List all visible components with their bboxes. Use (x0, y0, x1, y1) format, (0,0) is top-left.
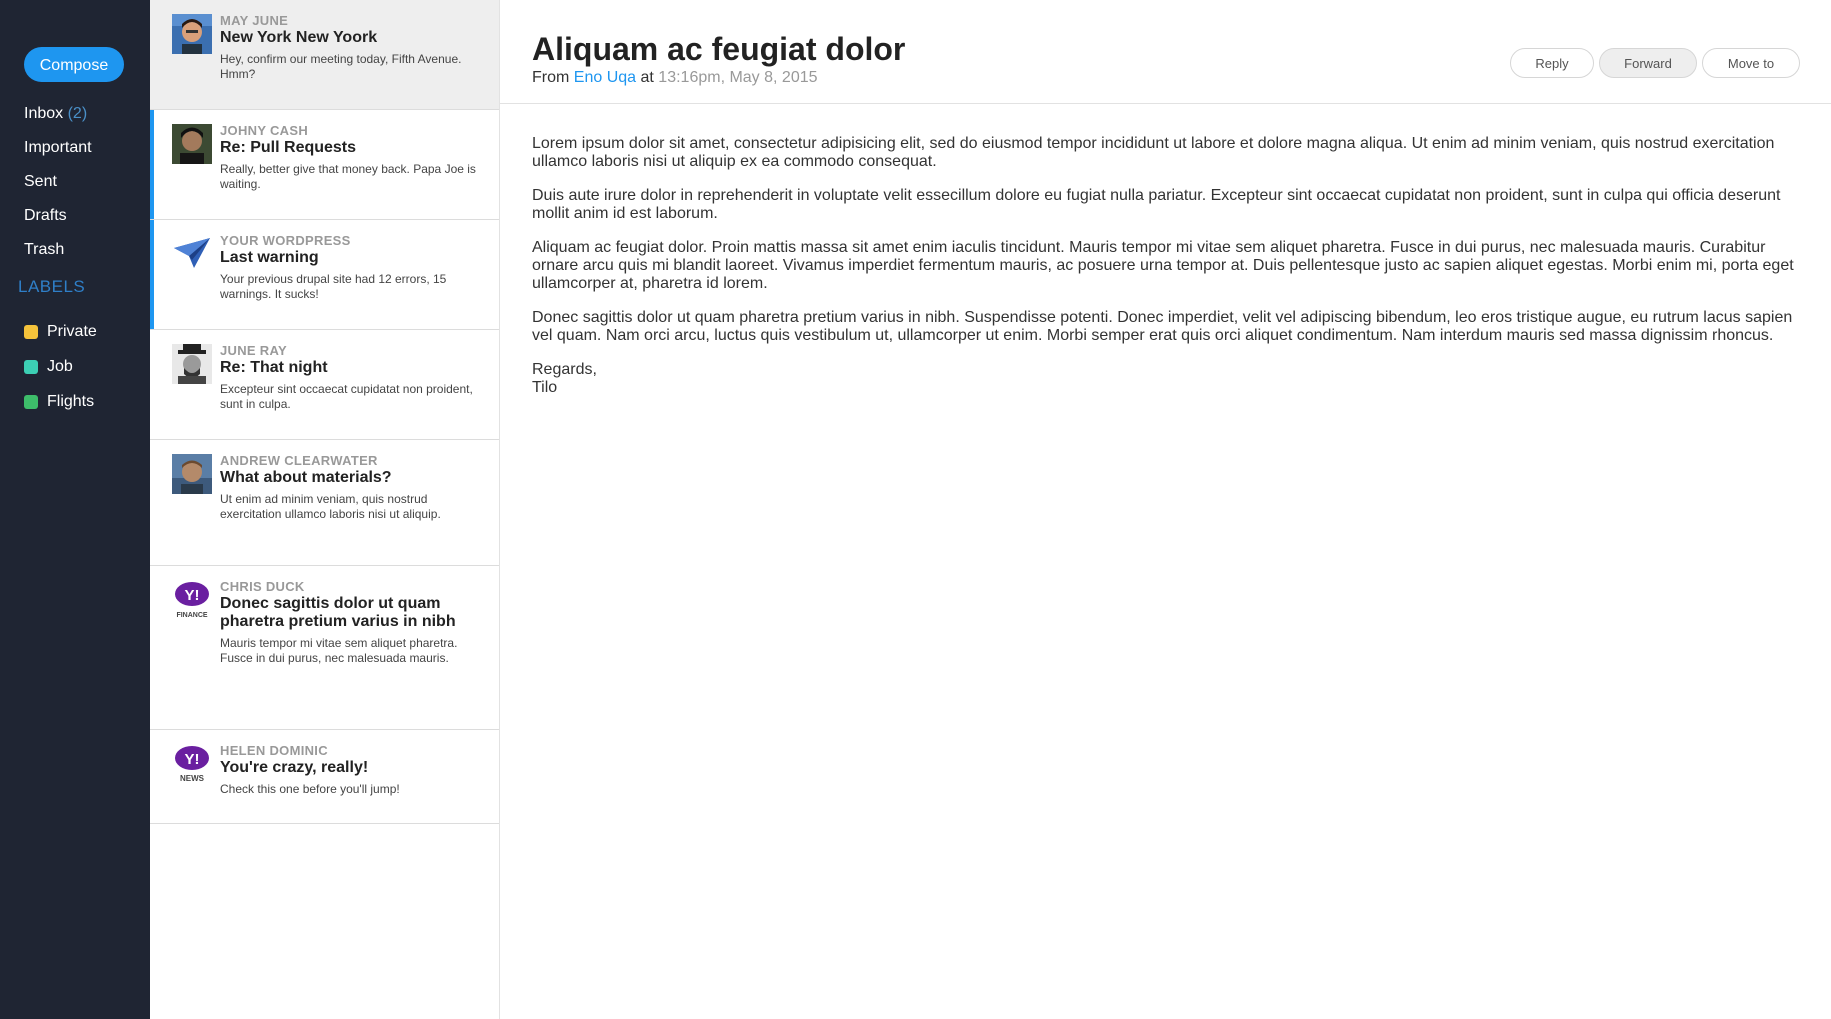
message-sender: MAY JUNE (220, 13, 289, 28)
labels-heading: LABELS (18, 277, 86, 296)
body-paragraph: Donec sagittis dolor ut quam pharetra pr… (532, 309, 1793, 344)
message-subject: New York New Yoork (220, 29, 378, 46)
at-label: at (640, 69, 654, 86)
message-subject: You're crazy, really! (220, 759, 369, 776)
message-preview: Your previous drupal site had 12 errors,… (220, 272, 447, 301)
mail-app: Compose Inbox (2) Important Sent Drafts … (0, 0, 1831, 1019)
message-subject: What about materials? (220, 469, 392, 486)
nav-item-inbox[interactable]: Inbox (2) (24, 104, 92, 138)
label-color-swatch (24, 324, 38, 339)
message-preview: Ut enim ad minim veniam, quis nostrud ex… (220, 492, 441, 521)
label-name: Private (47, 322, 97, 340)
sender-link[interactable]: Eno Uqa (574, 69, 636, 86)
label-name: Job (47, 357, 73, 375)
message-preview: Hey, confirm our meeting today, Fifth Av… (220, 52, 462, 81)
avatar (172, 344, 212, 384)
message-sender: CHRIS DUCK (220, 579, 305, 594)
yahoo-news-logo-icon: Y! NEWS (172, 744, 212, 784)
message-item[interactable]: JOHNY CASH Re: Pull Requests Really, bet… (150, 110, 499, 220)
forward-button[interactable]: Forward (1599, 48, 1697, 78)
reading-pane: Aliquam ac feugiat dolor From Eno Uqa at… (500, 0, 1831, 1019)
nav-item-important[interactable]: Important (24, 138, 92, 172)
message-title: Aliquam ac feugiat dolor (532, 31, 906, 67)
message-preview: Excepteur sint occaecat cupidatat non pr… (220, 382, 473, 411)
message-sender: JOHNY CASH (220, 123, 309, 138)
unread-count: (2) (67, 105, 88, 122)
message-preview: Check this one before you'll jump! (220, 782, 400, 796)
message-item[interactable]: Y! NEWS HELEN DOMINIC You're crazy, reall… (150, 730, 499, 824)
sidebar: Compose Inbox (2) Important Sent Drafts … (0, 0, 150, 1019)
message-subject: Re: That night (220, 359, 328, 376)
message-subject: Donec sagittis dolor ut quam pharetra pr… (220, 595, 456, 630)
body-paragraph: Aliquam ac feugiat dolor. Proin mattis m… (532, 239, 1794, 292)
label-item-flights[interactable]: Flights (24, 384, 97, 419)
message-item[interactable]: MAY JUNE New York New Yoork Hey, confirm… (150, 0, 499, 110)
nav-item-label: Inbox (24, 105, 64, 122)
body-paragraph: Duis aute irure dolor in reprehenderit i… (532, 187, 1781, 222)
yahoo-finance-logo-icon: Y! FINANCE (172, 580, 212, 620)
message-preview: Really, better give that money back. Pap… (220, 162, 476, 191)
signoff: Regards, (532, 361, 597, 378)
message-body: Lorem ipsum dolor sit amet, consectetur … (532, 135, 1803, 397)
nav-item-label: Important (24, 139, 92, 156)
reply-button[interactable]: Reply (1510, 48, 1594, 78)
nav-item-label: Drafts (24, 207, 67, 224)
label-name: Flights (47, 392, 95, 410)
svg-text:Y!: Y! (185, 587, 200, 604)
folder-nav: Inbox (2) Important Sent Drafts Trash (24, 104, 92, 274)
label-list: Private Job Flights (24, 314, 97, 419)
avatar (172, 14, 212, 54)
svg-text:NEWS: NEWS (180, 774, 205, 783)
message-header: Aliquam ac feugiat dolor From Eno Uqa at… (500, 0, 1831, 104)
avatar (172, 454, 212, 494)
nav-item-trash[interactable]: Trash (24, 240, 92, 274)
message-preview: Mauris tempor mi vitae sem aliquet phare… (220, 636, 458, 665)
nav-item-drafts[interactable]: Drafts (24, 206, 92, 240)
message-actions: Reply Forward Move to (1510, 48, 1800, 78)
message-list: MAY JUNE New York New Yoork Hey, confirm… (150, 0, 500, 1019)
message-item[interactable]: JUNE RAY Re: That night Excepteur sint o… (150, 330, 499, 440)
label-item-job[interactable]: Job (24, 349, 97, 384)
message-sender: ANDREW CLEARWATER (220, 453, 378, 468)
message-item[interactable]: Y! FINANCE CHRIS DUCK Donec sagittis dolo… (150, 566, 499, 730)
nav-item-sent[interactable]: Sent (24, 172, 92, 206)
nav-item-label: Trash (24, 241, 65, 258)
nav-item-label: Sent (24, 173, 57, 190)
message-subject: Re: Pull Requests (220, 139, 357, 156)
body-paragraph: Lorem ipsum dolor sit amet, consectetur … (532, 135, 1775, 170)
message-item[interactable]: ANDREW CLEARWATER What about materials? … (150, 440, 499, 566)
label-color-swatch (24, 359, 38, 374)
message-item[interactable]: YOUR WORDPRESS Last warning Your previou… (150, 220, 499, 330)
svg-text:FINANCE: FINANCE (176, 612, 207, 619)
compose-button[interactable]: Compose (24, 47, 124, 82)
message-sender: YOUR WORDPRESS (220, 233, 351, 248)
message-subject: Last warning (220, 249, 319, 266)
from-label: From (532, 69, 570, 86)
message-meta: From Eno Uqa at 13:16pm, May 8, 2015 (532, 69, 818, 87)
svg-text:Y!: Y! (185, 751, 200, 768)
label-color-swatch (24, 394, 38, 409)
signature: Tilo (532, 379, 558, 396)
paper-plane-icon (172, 234, 212, 274)
avatar (172, 124, 212, 164)
label-item-private[interactable]: Private (24, 314, 97, 349)
message-sender: HELEN DOMINIC (220, 743, 328, 758)
move-to-button[interactable]: Move to (1702, 48, 1800, 78)
message-timestamp: 13:16pm, May 8, 2015 (658, 69, 818, 86)
message-sender: JUNE RAY (220, 343, 287, 358)
